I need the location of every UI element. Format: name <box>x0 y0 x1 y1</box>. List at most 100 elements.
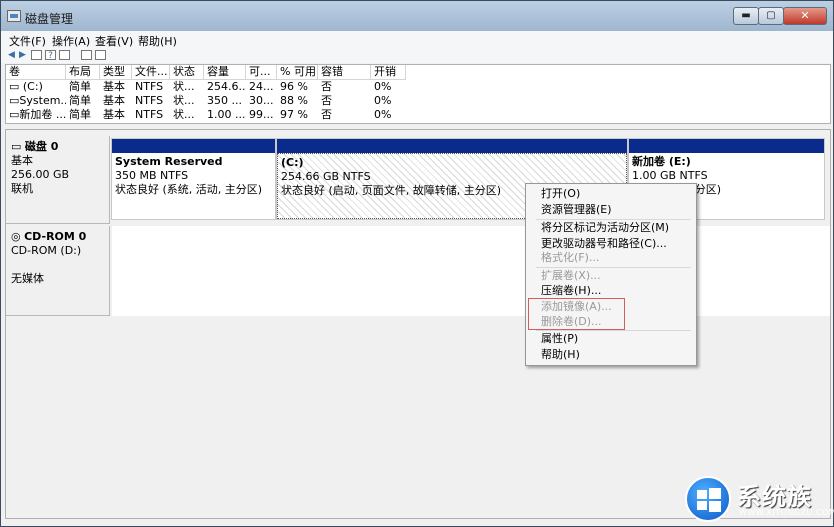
cell-filesystem: NTFS <box>135 80 164 93</box>
watermark: 系统族 WWW.XITONGZU.COM <box>685 471 834 523</box>
partition-body: System Reserved 350 MB NTFS 状态良好 (系统, 活动… <box>112 153 275 219</box>
column-header-type[interactable]: 类型 <box>100 65 132 80</box>
menu-view[interactable]: 查看(V) <box>95 33 133 49</box>
menu-help[interactable]: 帮助(H) <box>138 33 177 49</box>
toolbar: ◀ ▶ ? <box>1 49 833 63</box>
partition-name: (C:) <box>281 156 304 169</box>
partition-bar <box>277 139 627 153</box>
cell-overhead: 0% <box>374 80 392 93</box>
cell-volume: ▭System... <box>6 94 66 108</box>
column-header-status[interactable]: 状态 <box>170 65 204 80</box>
maximize-button[interactable]: ▢ <box>758 7 784 25</box>
menu-file[interactable]: 文件(F) <box>9 33 46 49</box>
volume-name: (C:) <box>22 80 43 93</box>
highlight-box <box>528 298 625 330</box>
windows-logo-icon <box>685 476 731 522</box>
cell-layout: 简单 <box>69 80 91 93</box>
disk-graph-pane: ▭ 磁盘 0 基本 256.00 GB 联机 System Reserved 3… <box>5 129 831 519</box>
column-header-overhead[interactable]: 开销 <box>371 65 406 80</box>
cdrom-icon: ◎ <box>11 230 25 243</box>
cell-overhead: 0% <box>374 94 392 107</box>
forward-icon[interactable]: ▶ <box>17 50 28 60</box>
partition-size: 254.66 GB NTFS <box>281 170 371 183</box>
watermark-text: 系统族 <box>737 483 812 511</box>
cell-layout: 简单 <box>69 108 91 121</box>
list-view-icon[interactable] <box>31 50 42 60</box>
column-header-capacity[interactable]: 容量 <box>204 65 246 80</box>
cdrom-0-label[interactable]: ◎ CD-ROM 0 CD-ROM (D:) 无媒体 <box>6 226 110 316</box>
disk-icon: ▭ <box>11 140 25 153</box>
cell-type: 基本 <box>103 108 125 121</box>
menu-extend-volume: 扩展卷(X)... <box>541 269 601 282</box>
column-header-filesystem[interactable]: 文件... <box>132 65 170 80</box>
disk-size: 256.00 GB <box>11 168 70 181</box>
cell-free: 99... <box>249 108 274 121</box>
column-header-free[interactable]: 可... <box>246 65 277 80</box>
cell-filesystem: NTFS <box>135 94 164 107</box>
disk-management-window: 磁盘管理 ▬ ▢ ✕ 文件(F) 操作(A) 查看(V) 帮助(H) ◀ ▶ ?… <box>0 0 834 527</box>
cell-percent-free: 97 % <box>280 108 308 121</box>
cell-volume: ▭新加卷 ... <box>9 108 66 121</box>
cell-percent-free: 96 % <box>280 80 308 93</box>
cell-status: 状... <box>173 94 195 107</box>
disk-management-icon <box>7 10 21 22</box>
cell-capacity: 350 ... <box>207 94 242 107</box>
menu-mark-active[interactable]: 将分区标记为活动分区(M) <box>541 220 669 236</box>
menu-open[interactable]: 打开(O) <box>541 186 580 202</box>
partition-size: 350 MB NTFS <box>115 169 189 182</box>
disk-status: 联机 <box>11 182 33 195</box>
minimize-button[interactable]: ▬ <box>733 7 759 25</box>
context-menu: 打开(O) 资源管理器(E) 将分区标记为活动分区(M) 更改驱动器号和路径(C… <box>525 183 697 366</box>
cell-fault-tolerance: 否 <box>321 80 332 93</box>
column-header-percent-free[interactable]: % 可用 <box>277 65 318 80</box>
watermark-url: WWW.XITONGZU.COM <box>739 508 834 517</box>
cell-free: 24... <box>249 80 274 93</box>
cdrom-empty-area <box>112 226 830 316</box>
volume-name: 新加卷 ... <box>19 108 66 121</box>
partition-status: 状态良好 (系统, 活动, 主分区) <box>115 183 263 196</box>
back-icon[interactable]: ◀ <box>6 50 17 60</box>
menu-explorer[interactable]: 资源管理器(E) <box>541 202 612 218</box>
cell-fault-tolerance: 否 <box>321 94 332 107</box>
menu-action[interactable]: 操作(A) <box>52 33 90 49</box>
menu-shrink-volume[interactable]: 压缩卷(H)... <box>541 283 601 299</box>
partition-bar <box>112 139 275 153</box>
menu-help-item[interactable]: 帮助(H) <box>541 347 580 363</box>
help-icon[interactable]: ? <box>45 50 56 61</box>
cell-type: 基本 <box>103 80 125 93</box>
cell-status: 状... <box>173 80 195 93</box>
cell-free: 30... <box>249 94 274 107</box>
close-button[interactable]: ✕ <box>783 7 827 25</box>
disk-name: 磁盘 0 <box>24 140 59 153</box>
cell-capacity: 1.00 ... <box>207 108 246 121</box>
disk-status: 无媒体 <box>11 272 44 285</box>
menu-properties[interactable]: 属性(P) <box>541 331 578 347</box>
partition-name: System Reserved <box>115 155 223 168</box>
disk-type: CD-ROM (D:) <box>11 244 82 257</box>
disk-type: 基本 <box>11 154 33 167</box>
volume-list: 卷 布局 类型 文件... 状态 容量 可... % 可用 容错 开销 ▭ (C… <box>5 64 831 124</box>
column-header-layout[interactable]: 布局 <box>66 65 100 80</box>
cell-type: 基本 <box>103 94 125 107</box>
title-bar[interactable]: 磁盘管理 ▬ ▢ ✕ <box>1 1 833 31</box>
help-book-icon[interactable] <box>95 50 106 60</box>
cell-status: 状... <box>173 108 195 121</box>
column-header-volume[interactable]: 卷 <box>6 65 66 80</box>
cell-overhead: 0% <box>374 108 392 121</box>
window-title: 磁盘管理 <box>25 12 74 26</box>
disk-name: CD-ROM 0 <box>24 230 87 243</box>
cell-filesystem: NTFS <box>135 108 164 121</box>
partition-system-reserved[interactable]: System Reserved 350 MB NTFS 状态良好 (系统, 活动… <box>111 138 276 220</box>
partition-bar <box>629 139 824 153</box>
column-header-fault-tolerance[interactable]: 容错 <box>318 65 371 80</box>
disk-0-label[interactable]: ▭ 磁盘 0 基本 256.00 GB 联机 <box>6 136 110 224</box>
refresh-icon[interactable] <box>81 50 92 60</box>
menu-bar: 文件(F) 操作(A) 查看(V) 帮助(H) <box>1 31 833 49</box>
partition-name: 新加卷 (E:) <box>632 155 691 168</box>
volume-name: System... <box>19 94 66 107</box>
partition-size: 1.00 GB NTFS <box>632 169 708 182</box>
cell-percent-free: 88 % <box>280 94 308 107</box>
properties-icon[interactable] <box>59 50 70 60</box>
cell-fault-tolerance: 否 <box>321 108 332 121</box>
